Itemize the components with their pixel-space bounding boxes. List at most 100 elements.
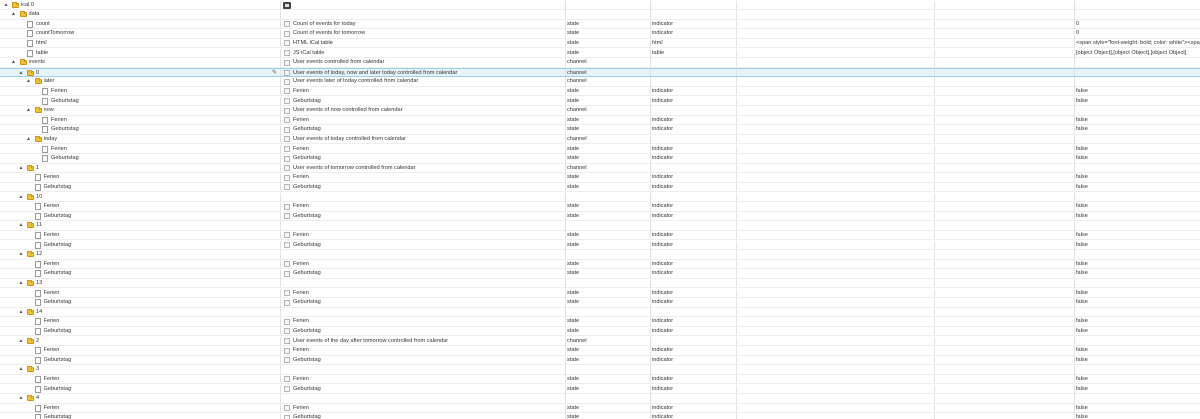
- tree-item-label[interactable]: Ferien: [44, 346, 271, 355]
- tree-state-row[interactable]: Geburtstag Geburtstag state indicator false: [0, 96, 1200, 107]
- tree-item-label[interactable]: count: [36, 20, 270, 29]
- object-value[interactable]: false: [1076, 116, 1200, 125]
- tree-item-label[interactable]: today: [44, 135, 271, 144]
- tree-item-label[interactable]: Geburtstag: [44, 183, 271, 192]
- tree-item-label[interactable]: 13: [36, 279, 270, 288]
- tree-state-row[interactable]: Ferien Ferien state indicator false: [0, 403, 1200, 414]
- tree-state-row[interactable]: Ferien Ferien state indicator false: [0, 374, 1200, 385]
- tree-item-label[interactable]: Geburtstag: [44, 356, 271, 365]
- tree-item-label[interactable]: Geburtstag: [44, 241, 271, 250]
- tree-item-label[interactable]: 1: [36, 164, 270, 173]
- tree-item-label[interactable]: Ferien: [44, 375, 271, 384]
- tree-folder-row[interactable]: ▲ 10: [0, 192, 1200, 203]
- object-value[interactable]: false: [1076, 404, 1200, 413]
- tree-state-row[interactable]: Ferien Ferien state indicator false: [0, 230, 1200, 241]
- tree-state-row[interactable]: Geburtstag Geburtstag state indicator false: [0, 182, 1200, 193]
- tree-item-label[interactable]: Geburtstag: [44, 212, 271, 221]
- tree-folder-row[interactable]: ▲ 3: [0, 365, 1200, 375]
- tree-item-label[interactable]: Geburtstag: [44, 327, 271, 336]
- object-value[interactable]: false: [1076, 298, 1200, 307]
- tree-item-label[interactable]: Geburtstag: [44, 385, 271, 394]
- tree-folder-row[interactable]: ▲ 11: [0, 221, 1200, 231]
- tree-state-row[interactable]: Ferien Ferien state indicator false: [0, 288, 1200, 299]
- tree-state-row[interactable]: Geburtstag Geburtstag state indicator false: [0, 384, 1200, 395]
- tree-state-row[interactable]: Geburtstag Geburtstag state indicator false: [0, 154, 1200, 164]
- object-value[interactable]: false: [1076, 356, 1200, 365]
- tree-item-label[interactable]: 10: [36, 193, 270, 202]
- object-value[interactable]: false: [1076, 385, 1200, 394]
- tree-item-label[interactable]: Geburtstag: [44, 413, 271, 419]
- tree-item-label[interactable]: Ferien: [44, 260, 271, 269]
- object-value[interactable]: false: [1076, 289, 1200, 298]
- object-value[interactable]: false: [1076, 125, 1200, 134]
- expand-arrow-icon[interactable]: ▲: [18, 394, 24, 403]
- object-value[interactable]: false: [1076, 317, 1200, 326]
- tree-item-label[interactable]: Ferien: [44, 231, 271, 240]
- tree-item-label[interactable]: Ferien: [44, 289, 271, 298]
- tree-state-row[interactable]: count Count of events for today state indic…: [0, 19, 1200, 30]
- tree-item-label[interactable]: Geburtstag: [44, 269, 271, 278]
- object-value[interactable]: false: [1076, 154, 1200, 163]
- object-value[interactable]: false: [1076, 173, 1200, 182]
- tree-item-label[interactable]: data: [29, 10, 271, 19]
- tree-item-label[interactable]: Ferien: [51, 145, 270, 154]
- object-value[interactable]: false: [1076, 183, 1200, 192]
- object-value[interactable]: false: [1076, 413, 1200, 419]
- tree-state-row[interactable]: Ferien Ferien state indicator false: [0, 259, 1200, 270]
- object-value[interactable]: false: [1076, 269, 1200, 278]
- object-value[interactable]: false: [1076, 231, 1200, 240]
- tree-folder-row[interactable]: ▲ 12: [0, 250, 1200, 260]
- tree-item-label[interactable]: 3: [36, 365, 270, 374]
- tree-state-row[interactable]: Geburtstag Geburtstag state indicator false: [0, 413, 1200, 419]
- object-value[interactable]: false: [1076, 241, 1200, 250]
- object-value[interactable]: <span style="font-weight: bold; color: w…: [1076, 39, 1200, 48]
- expand-arrow-icon[interactable]: ▲: [11, 58, 17, 67]
- tree-item-label[interactable]: Ferien: [44, 202, 271, 211]
- tree-item-label[interactable]: Geburtstag: [51, 125, 270, 134]
- expand-arrow-icon[interactable]: ▲: [18, 221, 24, 230]
- tree-item-label[interactable]: 2: [36, 337, 270, 346]
- tree-item-label[interactable]: Geburtstag: [51, 97, 270, 106]
- tree-folder-row[interactable]: ▲ data: [0, 10, 1200, 20]
- expand-arrow-icon[interactable]: ▲: [18, 193, 24, 202]
- tree-state-row[interactable]: Ferien Ferien state indicator false: [0, 173, 1200, 183]
- expand-arrow-icon[interactable]: ▲: [11, 10, 17, 19]
- tree-folder-row[interactable]: ▲ 2 User events of the day after tomorrow …: [0, 336, 1200, 347]
- tree-state-row[interactable]: Geburtstag Geburtstag state indicator false: [0, 355, 1200, 366]
- object-value[interactable]: 0: [1076, 29, 1200, 38]
- tree-state-row[interactable]: Ferien Ferien state indicator false: [0, 144, 1200, 155]
- tree-folder-row[interactable]: ▲ 0 ✎ User events of today, now and later t…: [0, 67, 1200, 78]
- table-view-icon[interactable]: [283, 1, 291, 9]
- tree-state-row[interactable]: Ferien Ferien state indicator false: [0, 317, 1200, 327]
- tree-folder-row[interactable]: ▲ later User events later of today control…: [0, 77, 1200, 87]
- object-value[interactable]: 0: [1076, 20, 1200, 29]
- tree-folder-row[interactable]: ▲ 4: [0, 394, 1200, 404]
- expand-arrow-icon[interactable]: ▲: [3, 1, 9, 10]
- tree-item-label[interactable]: Geburtstag: [44, 298, 271, 307]
- tree-item-label[interactable]: ical.0: [21, 1, 270, 10]
- expand-arrow-icon[interactable]: ▲: [26, 135, 32, 144]
- tree-state-row[interactable]: Geburtstag Geburtstag state indicator false: [0, 298, 1200, 308]
- tree-folder-row[interactable]: ▲ 1 User events of tomorrow controlled fro…: [0, 163, 1200, 174]
- tree-item-label[interactable]: Ferien: [44, 317, 271, 326]
- object-value[interactable]: false: [1076, 375, 1200, 384]
- tree-state-row[interactable]: Geburtstag Geburtstag state indicator false: [0, 125, 1200, 135]
- tree-item-label[interactable]: 4: [36, 394, 270, 403]
- tree-item-label[interactable]: later: [44, 77, 271, 86]
- tree-item-label[interactable]: 12: [36, 250, 270, 259]
- object-value[interactable]: false: [1076, 145, 1200, 154]
- expand-arrow-icon[interactable]: ▲: [26, 77, 32, 86]
- tree-item-label[interactable]: table: [36, 49, 270, 58]
- expand-arrow-icon[interactable]: ▲: [18, 308, 24, 317]
- tree-folder-row[interactable]: ▲ ical.0: [0, 0, 1200, 11]
- tree-folder-row[interactable]: ▲ events User events controlled from calen…: [0, 58, 1200, 68]
- tree-item-label[interactable]: now: [44, 106, 271, 115]
- object-value[interactable]: false: [1076, 346, 1200, 355]
- tree-state-row[interactable]: Geburtstag Geburtstag state indicator false: [0, 326, 1200, 337]
- tree-folder-row[interactable]: ▲ 14: [0, 307, 1200, 318]
- tree-item-label[interactable]: Ferien: [44, 173, 271, 182]
- object-value[interactable]: false: [1076, 212, 1200, 221]
- tree-state-row[interactable]: Geburtstag Geburtstag state indicator false: [0, 269, 1200, 279]
- tree-folder-row[interactable]: ▲ today User events of today controlled fr…: [0, 134, 1200, 145]
- tree-state-row[interactable]: Ferien Ferien state indicator false: [0, 346, 1200, 356]
